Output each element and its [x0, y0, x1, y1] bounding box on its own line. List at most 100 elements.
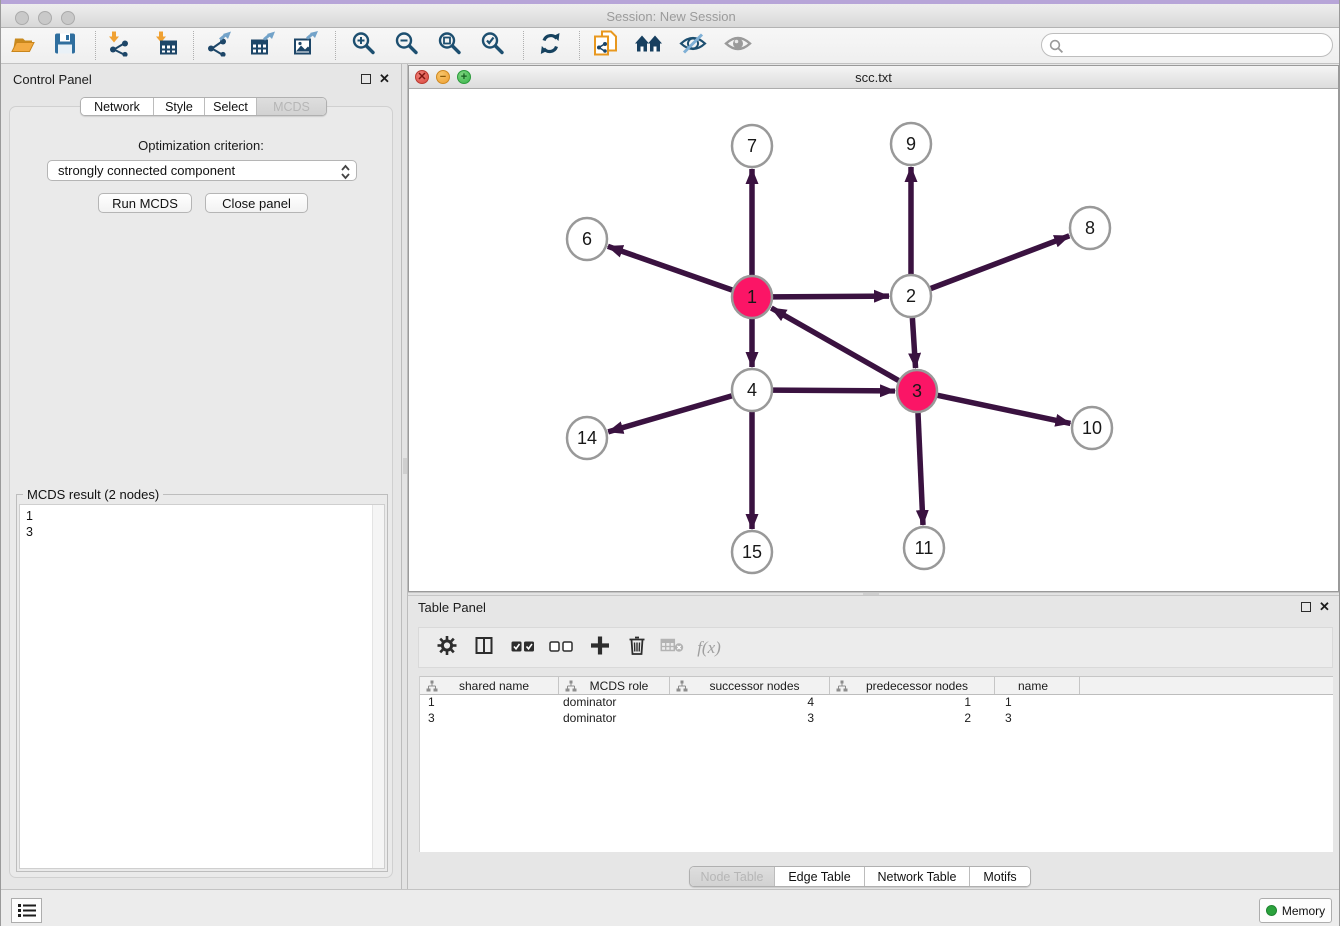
export-table-icon[interactable]	[250, 30, 276, 61]
import-network-icon[interactable]	[106, 30, 132, 61]
network-window-title: scc.txt	[409, 70, 1338, 85]
graph-node-14[interactable]: 14	[567, 417, 607, 459]
home-icon[interactable]	[634, 31, 664, 60]
cell-successor-nodes[interactable]: 3	[670, 711, 830, 727]
svg-text:11: 11	[915, 538, 934, 558]
graph-edge-2-8[interactable]	[931, 236, 1070, 289]
cell-name[interactable]: 1	[995, 695, 1080, 711]
graph-edge-2-3[interactable]	[912, 318, 915, 368]
column-header-successor-nodes[interactable]: successor nodes	[670, 677, 830, 694]
horizontal-splitter[interactable]	[408, 592, 1340, 596]
cell-successor-nodes[interactable]: 4	[670, 695, 830, 711]
cell-mcds-role[interactable]: dominator	[559, 695, 670, 711]
select-all-icon[interactable]	[511, 639, 535, 657]
refresh-icon[interactable]	[537, 30, 563, 61]
zoom-fit-icon[interactable]	[437, 30, 463, 61]
close-panel-button[interactable]: Close panel	[205, 193, 308, 213]
export-image-icon[interactable]	[293, 30, 319, 61]
cell-name[interactable]: 3	[995, 711, 1080, 727]
graph-edge-4-14[interactable]	[608, 396, 732, 432]
splitter-grip[interactable]	[403, 458, 407, 474]
delete-column-trash-icon[interactable]	[628, 635, 646, 661]
graph-node-11[interactable]: 11	[904, 527, 944, 569]
column-header-shared-name[interactable]: shared name	[420, 677, 559, 694]
graph-node-2[interactable]: 2	[891, 275, 931, 317]
zoom-in-icon[interactable]	[351, 30, 377, 61]
graph-node-6[interactable]: 6	[567, 218, 607, 260]
graph-node-4[interactable]: 4	[732, 369, 772, 411]
graph-edge-3-11[interactable]	[918, 413, 923, 525]
search-input[interactable]	[1066, 35, 1326, 55]
result-scrollbar[interactable]	[372, 505, 384, 868]
toolbar-separator	[193, 31, 194, 60]
cell-predecessor-nodes[interactable]: 1	[830, 695, 995, 711]
tab-node-table[interactable]: Node Table	[690, 867, 775, 886]
add-column-icon[interactable]	[589, 634, 611, 661]
column-header-name[interactable]: name	[995, 677, 1080, 694]
column-type-icon	[676, 680, 688, 692]
column-visibility-icon[interactable]	[475, 636, 493, 659]
tab-select[interactable]: Select	[205, 98, 257, 115]
svg-text:2: 2	[906, 286, 916, 306]
network-window-titlebar[interactable]: ✕ − + scc.txt	[409, 66, 1338, 89]
graph-edge-4-3[interactable]	[773, 390, 895, 391]
vertical-splitter[interactable]	[401, 64, 408, 889]
window-title: Session: New Session	[1, 9, 1340, 24]
control-panel-float-icon[interactable]	[361, 74, 371, 84]
column-header-predecessor-nodes[interactable]: predecessor nodes	[830, 677, 995, 694]
main-toolbar	[1, 28, 1340, 64]
cell-shared-name[interactable]: 1	[420, 695, 559, 711]
tab-style[interactable]: Style	[154, 98, 205, 115]
graph-edge-1-6[interactable]	[608, 246, 732, 290]
list-icon	[17, 902, 37, 919]
control-panel-close-icon[interactable]: ✕	[379, 74, 390, 84]
svg-text:9: 9	[906, 134, 916, 154]
window-titlebar[interactable]: Session: New Session	[1, 4, 1340, 28]
graph-node-3[interactable]: 3	[897, 370, 937, 412]
run-mcds-button[interactable]: Run MCDS	[98, 193, 192, 213]
open-file-icon[interactable]	[10, 31, 36, 60]
graph-edge-3-10[interactable]	[938, 395, 1071, 423]
network-canvas[interactable]: 7 9 6 8 1 2 4 3 14 10 15 11	[409, 89, 1338, 591]
zoom-out-icon[interactable]	[394, 30, 420, 61]
memory-button[interactable]: Memory	[1259, 898, 1332, 923]
table-panel-float-icon[interactable]	[1301, 602, 1311, 612]
control-panel-title: Control Panel	[13, 72, 92, 87]
deselect-all-icon[interactable]	[549, 639, 573, 657]
splitter-grip[interactable]	[863, 593, 879, 595]
save-session-icon[interactable]	[53, 31, 77, 60]
graph-node-15[interactable]: 15	[732, 531, 772, 573]
tab-mcds[interactable]: MCDS	[257, 98, 326, 115]
graph-edge-1-2[interactable]	[773, 296, 889, 297]
cell-shared-name[interactable]: 3	[420, 711, 559, 727]
cell-mcds-role[interactable]: dominator	[559, 711, 670, 727]
mcds-result-textarea[interactable]: 1 3	[19, 504, 385, 869]
table-settings-gear-icon[interactable]	[437, 635, 457, 660]
optimization-criterion-select[interactable]: strongly connected component	[47, 160, 357, 181]
toolbar-search-field[interactable]	[1041, 33, 1333, 57]
graph-edge-3-1[interactable]	[771, 308, 898, 380]
tab-edge-table[interactable]: Edge Table	[775, 867, 865, 886]
hide-eye-icon[interactable]	[679, 31, 707, 60]
graph-node-8[interactable]: 8	[1070, 207, 1110, 249]
export-network-icon[interactable]	[206, 30, 232, 61]
result-line: 3	[20, 524, 384, 540]
graph-node-9[interactable]: 9	[891, 123, 931, 165]
search-icon	[1049, 39, 1064, 54]
cell-predecessor-nodes[interactable]: 2	[830, 711, 995, 727]
column-header-mcds-role[interactable]: MCDS role	[559, 677, 670, 694]
graph-node-10[interactable]: 10	[1072, 407, 1112, 449]
import-table-icon[interactable]	[153, 30, 179, 61]
tab-network-table[interactable]: Network Table	[865, 867, 970, 886]
table-row[interactable]: 3 dominator 3 2 3	[420, 711, 1333, 727]
clone-network-icon[interactable]	[592, 29, 620, 62]
table-row[interactable]: 1 dominator 4 1 1	[420, 695, 1333, 711]
optimization-criterion-label: Optimization criterion:	[10, 138, 392, 153]
table-panel-close-icon[interactable]: ✕	[1319, 602, 1330, 612]
zoom-selected-icon[interactable]	[480, 30, 506, 61]
tab-motifs[interactable]: Motifs	[970, 867, 1030, 886]
task-history-button[interactable]	[11, 898, 42, 923]
tab-network[interactable]: Network	[81, 98, 154, 115]
graph-node-7[interactable]: 7	[732, 125, 772, 167]
graph-node-1[interactable]: 1	[732, 276, 772, 318]
